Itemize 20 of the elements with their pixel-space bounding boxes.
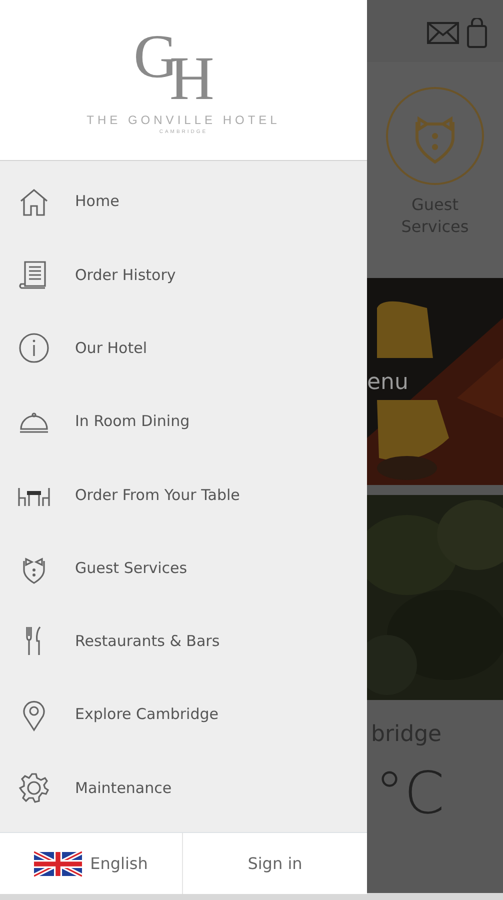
menu-item[interactable]: Explore Cambridge [0,678,367,752]
menu-item[interactable]: Order From Your Table [0,458,367,532]
menu-item[interactable]: Home [0,165,367,238]
menu-item[interactable]: Order History [0,238,367,312]
hotel-name: THE GONVILLE HOTEL [86,114,280,126]
menu-item[interactable]: Restaurants & Bars [0,604,367,678]
logo-monogram: GH [134,26,216,106]
menu-item[interactable]: Our Hotel [0,312,367,385]
shopping-bag-icon [467,18,487,48]
info-icon [17,331,51,366]
menu-item[interactable]: Guest Services [0,531,367,605]
settings-icon [17,771,51,806]
photo-caption: enu [367,372,408,394]
menu-item[interactable]: In Room Dining [0,384,367,458]
flag-icon [34,850,82,876]
temperature: °C [375,759,444,827]
tuxedo-icon [385,86,485,186]
menu-item[interactable]: Maintenance [0,751,367,825]
language-button[interactable]: English [0,833,183,894]
mail-icon [427,22,459,44]
